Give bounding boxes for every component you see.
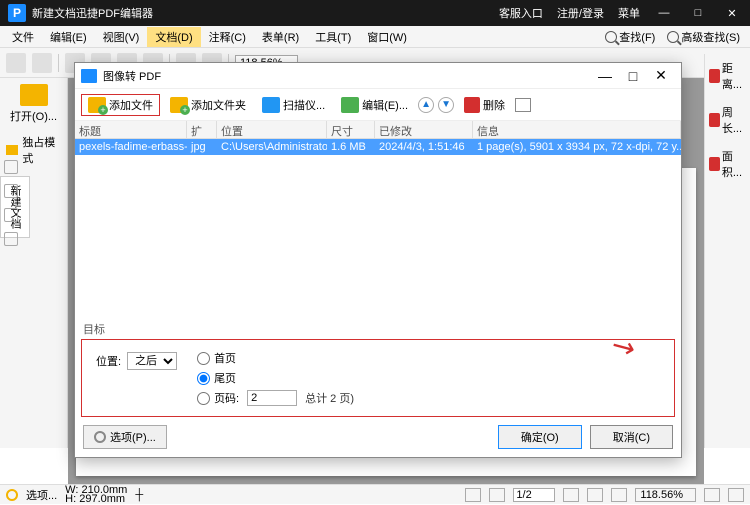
area-button[interactable]: 面积... (705, 142, 750, 186)
status-bar: 选项... W: 210.0mmH: 297.0mm ┼ 118.56% (0, 484, 750, 504)
scanner-button[interactable]: 扫描仪... (256, 95, 331, 115)
left-tool-button[interactable] (4, 184, 18, 198)
page-number-input[interactable] (247, 390, 297, 406)
menu-edit[interactable]: 编辑(E) (42, 27, 95, 47)
ok-button[interactable]: 确定(O) (498, 425, 582, 449)
radio-page-number[interactable]: 页码: (197, 390, 239, 406)
dialog-footer: 选项(P)... 确定(O) 取消(C) (75, 417, 681, 457)
zoom-out-button[interactable] (611, 488, 627, 502)
dialog-close-button[interactable]: ✕ (647, 67, 675, 84)
delete-button[interactable]: 删除 (458, 95, 511, 115)
perimeter-button[interactable]: 周长... (705, 98, 750, 142)
edit-button[interactable]: 编辑(E)... (335, 95, 414, 115)
position-select[interactable]: 之后 (127, 352, 177, 370)
nav-last-button[interactable] (587, 488, 603, 502)
measure-icon (709, 69, 720, 83)
target-options: 位置: 之后 首页 尾页 页码: 总计 2 页) ↘ (81, 339, 675, 417)
file-list: pexels-fadime-erbass-1.. jpg C:\Users\Ad… (75, 139, 681, 315)
menu-file[interactable]: 文件 (4, 27, 42, 47)
menu-window[interactable]: 窗口(W) (359, 27, 415, 47)
toolbar-button[interactable] (32, 53, 52, 73)
menu-tool[interactable]: 工具(T) (307, 27, 359, 47)
toolbar-button[interactable] (6, 53, 26, 73)
menubar: 文件 编辑(E) 视图(V) 文档(D) 注释(C) 表单(R) 工具(T) 窗… (0, 26, 750, 48)
advanced-find-button[interactable]: 高级查找(S) (661, 27, 746, 47)
app-title: 新建文档迅捷PDF编辑器 (32, 5, 499, 21)
close-button[interactable]: ✕ (722, 7, 742, 20)
add-file-button[interactable]: 添加文件 (81, 94, 160, 116)
move-down-button[interactable]: ▼ (438, 97, 454, 113)
dialog-minimize-button[interactable]: — (591, 68, 619, 84)
nav-prev-button[interactable] (489, 488, 505, 502)
menu-view[interactable]: 视图(V) (95, 27, 148, 47)
page-dimensions: W: 210.0mmH: 297.0mm (65, 486, 127, 504)
file-list-header: 标题 扩展 位置 尺寸 已修改 信息 (75, 121, 681, 139)
image-to-pdf-dialog: 图像转 PDF — □ ✕ 添加文件 添加文件夹 扫描仪... 编辑(E)...… (74, 62, 682, 458)
fit-button[interactable] (728, 488, 744, 502)
search-icon (667, 31, 679, 43)
target-label: 目标 (75, 315, 681, 337)
dialog-title: 图像转 PDF (103, 68, 591, 84)
login-link[interactable]: 注册/登录 (557, 5, 604, 21)
scanner-icon (262, 97, 280, 113)
col-size[interactable]: 尺寸 (327, 121, 375, 138)
menu-comment[interactable]: 注释(C) (201, 27, 254, 47)
service-link[interactable]: 客服入口 (499, 5, 543, 21)
gear-icon (6, 489, 18, 501)
menu-document[interactable]: 文档(D) (147, 27, 200, 47)
page-input[interactable] (513, 488, 555, 502)
total-pages-label: 总计 2 页) (305, 390, 354, 406)
zoom-display[interactable]: 118.56% (635, 488, 696, 502)
move-up-button[interactable]: ▲ (418, 97, 434, 113)
cancel-button[interactable]: 取消(C) (590, 425, 673, 449)
col-title[interactable]: 标题 (75, 121, 187, 138)
radio-last-page[interactable]: 尾页 (197, 370, 354, 386)
distance-button[interactable]: 距离... (705, 54, 750, 98)
open-button[interactable]: 打开(O)... (0, 78, 67, 130)
search-icon (605, 31, 617, 43)
left-panel: 打开(O)... 独占模式 新建文档 (0, 78, 68, 448)
status-options-button[interactable]: 选项... (26, 487, 57, 503)
add-folder-icon (170, 97, 188, 113)
edit-icon (341, 97, 359, 113)
measure-icon (709, 157, 720, 171)
left-tools (4, 160, 18, 246)
left-tool-button[interactable] (4, 232, 18, 246)
measure-icon (709, 113, 720, 127)
add-folder-button[interactable]: 添加文件夹 (164, 95, 252, 115)
col-ext[interactable]: 扩展 (187, 121, 217, 138)
dialog-titlebar: 图像转 PDF — □ ✕ (75, 63, 681, 89)
dialog-icon (81, 69, 97, 83)
right-panel: 距离... 周长... 面积... (704, 54, 750, 448)
find-button[interactable]: 查找(F) (599, 27, 661, 47)
position-label: 位置: (96, 353, 121, 369)
view-mode-button[interactable] (515, 98, 531, 112)
menu-form[interactable]: 表单(R) (254, 27, 307, 47)
zoom-in-button[interactable] (704, 488, 720, 502)
left-tool-button[interactable] (4, 208, 18, 222)
file-row[interactable]: pexels-fadime-erbass-1.. jpg C:\Users\Ad… (75, 139, 681, 155)
nav-next-button[interactable] (563, 488, 579, 502)
dialog-maximize-button[interactable]: □ (619, 68, 647, 84)
delete-icon (464, 97, 480, 113)
crown-icon (6, 145, 18, 155)
left-tool-button[interactable] (4, 160, 18, 174)
menu-link[interactable]: 菜单 (618, 5, 640, 21)
add-file-icon (88, 97, 106, 113)
nav-first-button[interactable] (465, 488, 481, 502)
maximize-button[interactable]: □ (688, 7, 708, 19)
minimize-button[interactable]: — (654, 7, 674, 19)
titlebar: P 新建文档迅捷PDF编辑器 客服入口 注册/登录 菜单 — □ ✕ (0, 0, 750, 26)
radio-first-page[interactable]: 首页 (197, 350, 354, 366)
col-info[interactable]: 信息 (473, 121, 681, 138)
col-modified[interactable]: 已修改 (375, 121, 473, 138)
app-logo-icon: P (8, 4, 26, 22)
options-button[interactable]: 选项(P)... (83, 425, 167, 449)
gear-icon (94, 431, 106, 443)
dialog-toolbar: 添加文件 添加文件夹 扫描仪... 编辑(E)... ▲ ▼ 删除 (75, 89, 681, 121)
folder-icon (20, 84, 48, 106)
col-location[interactable]: 位置 (217, 121, 327, 138)
